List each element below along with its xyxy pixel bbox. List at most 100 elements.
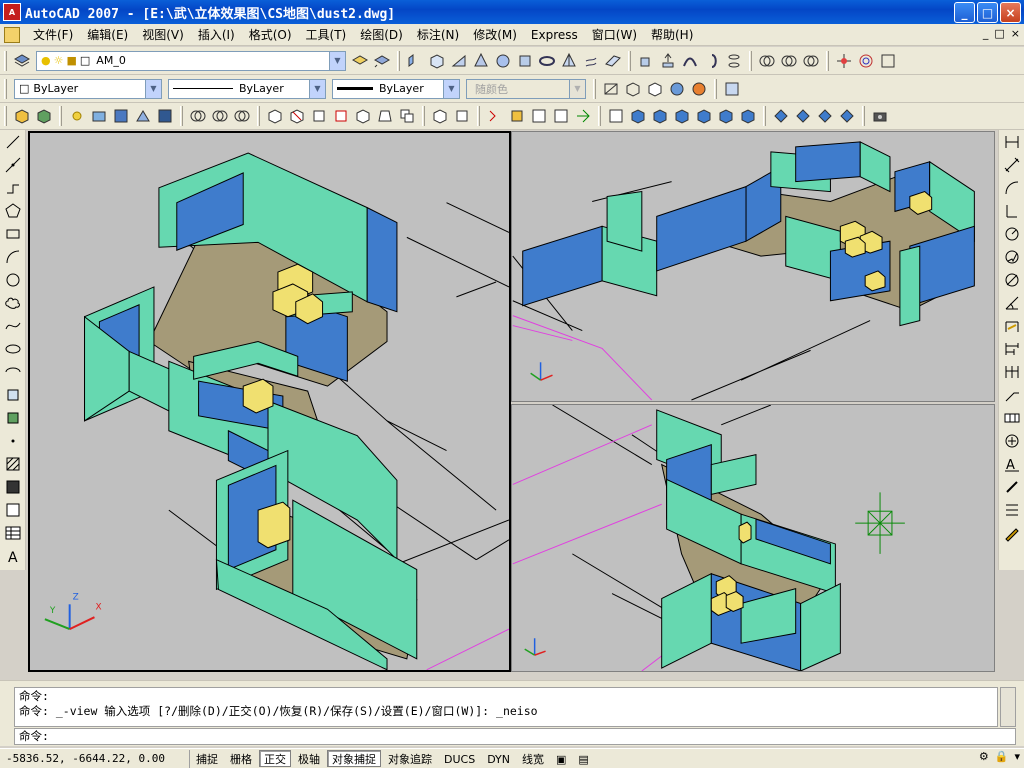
pyramid-icon[interactable] (559, 51, 579, 71)
visual-styles-manager-icon[interactable] (722, 79, 742, 99)
toolbar-grip[interactable] (4, 50, 7, 71)
region-icon[interactable] (2, 499, 24, 521)
3d-rotate-icon[interactable] (856, 51, 876, 71)
ordinate-dimension-icon[interactable] (1001, 200, 1023, 222)
ne-iso-icon[interactable] (815, 106, 835, 126)
coordinates-display[interactable]: -5836.52, -6644.22, 0.00 (0, 749, 190, 768)
command-input[interactable]: 命令: (14, 728, 1016, 745)
point-icon[interactable] (2, 430, 24, 452)
menu-express[interactable]: Express (524, 28, 585, 42)
render-icon[interactable] (12, 106, 32, 126)
viewport-bottom-right[interactable] (511, 404, 995, 672)
layer-previous-icon[interactable] (372, 51, 392, 71)
dimension-text-edit-icon[interactable] (1001, 476, 1023, 498)
realistic-icon[interactable] (667, 79, 687, 99)
make-block-icon[interactable] (2, 407, 24, 429)
dimension-update-icon[interactable] (1001, 499, 1023, 521)
circle-icon[interactable] (2, 269, 24, 291)
angular-dimension-icon[interactable] (1001, 292, 1023, 314)
polyline-icon[interactable] (2, 177, 24, 199)
polysolid-icon[interactable] (405, 51, 425, 71)
color-dropdown[interactable]: □ ByLayer ▼ (14, 78, 162, 99)
aligned-dimension-icon[interactable] (1001, 154, 1023, 176)
subtract-icon[interactable] (779, 51, 799, 71)
doc-restore-button[interactable]: □ (994, 27, 1004, 40)
layer-manager-icon[interactable] (12, 51, 32, 71)
cylinder-icon[interactable] (515, 51, 535, 71)
ducs-toggle[interactable]: DUCS (439, 750, 480, 767)
hatch-icon[interactable] (2, 453, 24, 475)
intersect-icon[interactable] (801, 51, 821, 71)
delete-faces-icon[interactable] (331, 106, 351, 126)
3d-align-icon[interactable] (878, 51, 898, 71)
arc-icon[interactable] (2, 246, 24, 268)
polygon-icon[interactable] (2, 200, 24, 222)
render-preset-icon[interactable] (111, 106, 131, 126)
menu-format[interactable]: 格式(O) (242, 26, 299, 43)
light-icon[interactable] (67, 106, 87, 126)
loft-icon[interactable] (724, 51, 744, 71)
se-iso-icon[interactable] (793, 106, 813, 126)
jogged-dimension-icon[interactable] (1001, 246, 1023, 268)
flatshot-icon[interactable] (573, 106, 593, 126)
taper-faces-icon[interactable] (375, 106, 395, 126)
baseline-dimension-icon[interactable] (1001, 338, 1023, 360)
chevron-down-icon[interactable]: ▼ (443, 79, 459, 98)
front-view-icon[interactable] (716, 106, 736, 126)
line-icon[interactable] (2, 131, 24, 153)
model-space-icon[interactable]: ▣ (551, 750, 571, 767)
dyn-toggle[interactable]: DYN (482, 750, 515, 767)
table-icon[interactable] (2, 522, 24, 544)
close-button[interactable]: × (1000, 2, 1021, 23)
sw-iso-icon[interactable] (771, 106, 791, 126)
restore-button[interactable]: □ (977, 2, 998, 23)
layer-dropdown[interactable]: ● ☼ ■ □ AM_0 ▼ (36, 50, 346, 71)
revolve-icon[interactable] (702, 51, 722, 71)
linetype-dropdown[interactable]: ByLayer ▼ (168, 78, 326, 99)
dimension-edit-icon[interactable]: A (1001, 453, 1023, 475)
intersect-icon[interactable] (232, 106, 252, 126)
camera-icon[interactable] (870, 106, 890, 126)
rotate-faces-icon[interactable] (353, 106, 373, 126)
dimension-style-icon[interactable] (1001, 522, 1023, 544)
back-view-icon[interactable] (738, 106, 758, 126)
subtract-icon[interactable] (210, 106, 230, 126)
tray-settings-icon[interactable]: ▾ (1014, 750, 1020, 763)
separate-icon[interactable] (485, 106, 505, 126)
render-region-icon[interactable] (89, 106, 109, 126)
extrude-faces-icon[interactable] (265, 106, 285, 126)
clean-icon[interactable] (452, 106, 472, 126)
quick-leader-icon[interactable] (1001, 384, 1023, 406)
shell-icon[interactable] (507, 106, 527, 126)
right-view-icon[interactable] (694, 106, 714, 126)
box-icon[interactable] (427, 51, 447, 71)
command-scrollbar[interactable] (1000, 687, 1016, 727)
3d-move-icon[interactable] (834, 51, 854, 71)
planar-surface-icon[interactable] (603, 51, 623, 71)
imprint-icon[interactable] (430, 106, 450, 126)
cone-icon[interactable] (471, 51, 491, 71)
construction-line-icon[interactable] (2, 154, 24, 176)
viewport-main[interactable]: Z Y X (28, 131, 511, 672)
ortho-toggle[interactable]: 正交 (259, 750, 291, 767)
minimize-button[interactable]: _ (954, 2, 975, 23)
revision-cloud-icon[interactable] (2, 292, 24, 314)
conceptual-icon[interactable] (689, 79, 709, 99)
3d-wireframe-icon[interactable] (623, 79, 643, 99)
chevron-down-icon[interactable]: ▼ (309, 79, 325, 98)
section-plane-icon[interactable] (551, 106, 571, 126)
view-manager-icon[interactable] (606, 106, 626, 126)
multiline-text-icon[interactable]: A (2, 545, 24, 567)
chevron-down-icon[interactable]: ▼ (329, 51, 345, 70)
document-icon[interactable] (4, 26, 20, 43)
menu-tools[interactable]: 工具(T) (299, 26, 354, 43)
helix-icon[interactable] (581, 51, 601, 71)
communication-center-icon[interactable]: ⚙ (979, 750, 989, 763)
make-layer-current-icon[interactable] (350, 51, 370, 71)
torus-icon[interactable] (537, 51, 557, 71)
lineweight-toggle[interactable]: 线宽 (517, 750, 549, 767)
extrude-icon[interactable] (636, 51, 656, 71)
layout-icon[interactable]: ▤ (573, 750, 593, 767)
bottom-view-icon[interactable] (650, 106, 670, 126)
tolerance-icon[interactable] (1001, 407, 1023, 429)
